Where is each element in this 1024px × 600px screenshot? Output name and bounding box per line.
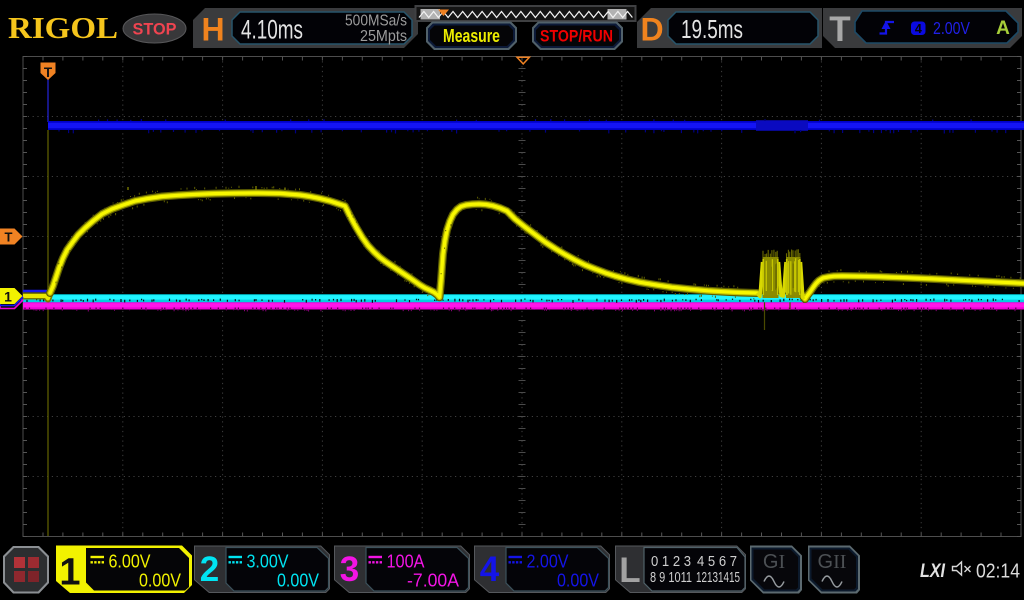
- svg-text:RIGOL: RIGOL: [8, 10, 118, 45]
- svg-text:4.10ms: 4.10ms: [241, 15, 303, 45]
- svg-text:2.00V: 2.00V: [527, 550, 570, 571]
- svg-text:2: 2: [200, 550, 219, 589]
- svg-text:25Mpts: 25Mpts: [360, 28, 407, 45]
- svg-text:1: 1: [4, 289, 12, 305]
- svg-text:0.00V: 0.00V: [557, 569, 600, 590]
- svg-text:3.00V: 3.00V: [247, 550, 290, 571]
- svg-text:19.5ms: 19.5ms: [681, 14, 743, 44]
- svg-text:0.00V: 0.00V: [139, 569, 182, 590]
- svg-text:6.00V: 6.00V: [109, 550, 152, 571]
- svg-text:T: T: [829, 10, 850, 49]
- svg-text:2.00V: 2.00V: [933, 18, 970, 38]
- svg-text:Measure: Measure: [443, 26, 500, 46]
- svg-text:A: A: [996, 18, 1010, 39]
- svg-text:T: T: [44, 65, 53, 80]
- svg-text:STOP/RUN: STOP/RUN: [540, 27, 613, 46]
- svg-text:02:14: 02:14: [976, 560, 1020, 583]
- svg-text:3: 3: [340, 550, 359, 589]
- svg-text:4: 4: [915, 22, 922, 36]
- svg-text:500MSa/s: 500MSa/s: [345, 13, 407, 30]
- svg-text:GII: GII: [818, 551, 847, 573]
- svg-text:D: D: [640, 12, 663, 48]
- svg-text:100A: 100A: [387, 550, 426, 571]
- svg-text:STOP: STOP: [133, 20, 177, 39]
- svg-text:8 9 1011: 8 9 1011: [650, 570, 692, 586]
- svg-text:4 5 6 7: 4 5 6 7: [697, 554, 737, 570]
- svg-text:4: 4: [480, 550, 500, 589]
- svg-text:L: L: [619, 551, 640, 590]
- svg-text:LXI: LXI: [920, 560, 945, 582]
- svg-text:H: H: [201, 12, 224, 48]
- svg-text:0.00V: 0.00V: [277, 569, 320, 590]
- svg-text:1: 1: [59, 552, 80, 594]
- svg-text:GI: GI: [763, 551, 785, 573]
- svg-text:T: T: [5, 230, 13, 245]
- svg-text:0 1 2 3: 0 1 2 3: [651, 554, 691, 570]
- svg-text:-7.00A: -7.00A: [407, 569, 460, 590]
- svg-text:12131415: 12131415: [696, 570, 740, 586]
